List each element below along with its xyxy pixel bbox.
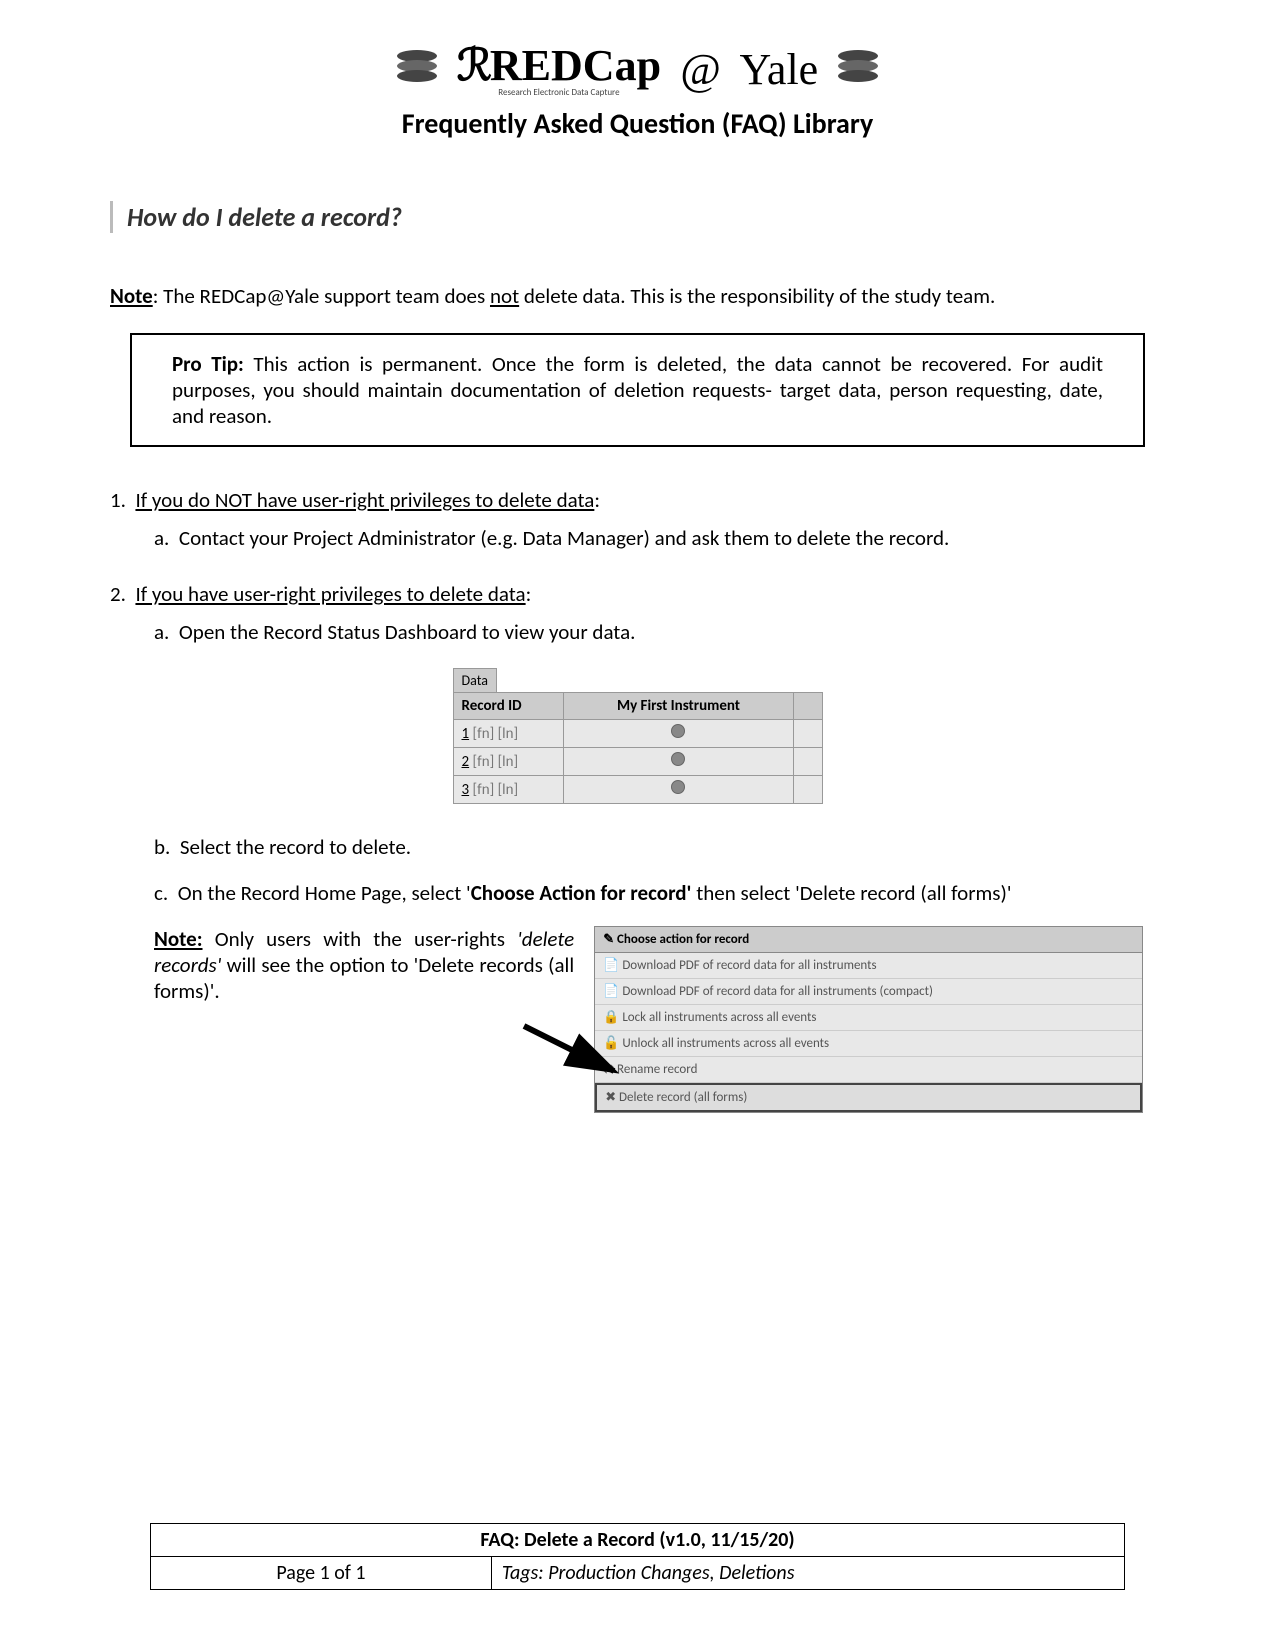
dashboard-screenshot: Data Record ID My First Instrument 1 [fn… [453, 665, 823, 804]
dashboard-table: Record ID My First Instrument 1 [fn] [ln… [453, 692, 823, 804]
status-dot-icon [671, 724, 685, 738]
pro-tip-box: Pro Tip: This action is permanent. Once … [130, 333, 1145, 447]
stack-icon-right [833, 46, 883, 92]
table-row: 3 [fn] [ln] [453, 776, 822, 804]
section-1a: a. Contact your Project Administrator (e… [154, 525, 1165, 551]
yale-text: Yale [740, 44, 819, 95]
dashboard-tab: Data [453, 668, 497, 693]
menu-item-unlock[interactable]: 🔓 Unlock all instruments across all even… [595, 1031, 1142, 1057]
footer-tags: Tags: Production Changes, Deletions [491, 1557, 1124, 1590]
status-dot-icon [671, 752, 685, 766]
menu-item-pdf-all[interactable]: 📄 Download PDF of record data for all in… [595, 953, 1142, 979]
section-2b: b. Select the record to delete. [154, 834, 1165, 860]
menu-item-delete-record[interactable]: ✖ Delete record (all forms) [595, 1083, 1142, 1112]
section-1: 1. If you do NOT have user-right privile… [110, 487, 1165, 551]
col-instrument: My First Instrument [563, 693, 794, 720]
col-record-id: Record ID [453, 693, 563, 720]
logo-row: ℛREDCap Research Electronic Data Capture… [110, 40, 1165, 98]
note-line: Note: The REDCap@Yale support team does … [110, 283, 1165, 309]
status-dot-icon [671, 780, 685, 794]
at-symbol: @ [680, 44, 720, 95]
section-2c: c. On the Record Home Page, select 'Choo… [154, 880, 1165, 906]
table-row: 1 [fn] [ln] [453, 720, 822, 748]
arrow-icon [514, 1016, 634, 1086]
action-menu: ✎ Choose action for record 📄 Download PD… [594, 926, 1143, 1113]
menu-item-lock[interactable]: 🔒 Lock all instruments across all events [595, 1005, 1142, 1031]
action-menu-header[interactable]: ✎ Choose action for record [595, 927, 1142, 953]
section-2: 2. If you have user-right privileges to … [110, 581, 1165, 1113]
menu-item-pdf-compact[interactable]: 📄 Download PDF of record data for all in… [595, 979, 1142, 1005]
faq-question: How do I delete a record? [110, 201, 1165, 233]
footer-title: FAQ: Delete a Record (v1.0, 11/15/20) [151, 1524, 1125, 1557]
stack-icon-left [392, 46, 442, 92]
footer-table: FAQ: Delete a Record (v1.0, 11/15/20) Pa… [150, 1523, 1125, 1590]
section-2a: a. Open the Record Status Dashboard to v… [154, 619, 1165, 645]
menu-item-rename[interactable]: ⇄ Rename record [595, 1057, 1142, 1083]
step-c-note: Note: Only users with the user-rights 'd… [110, 926, 574, 1004]
table-row: 2 [fn] [ln] [453, 748, 822, 776]
page-subtitle: Frequently Asked Question (FAQ) Library [110, 106, 1165, 141]
logo-text-group: ℛREDCap Research Electronic Data Capture [457, 40, 661, 98]
footer-page: Page 1 of 1 [151, 1557, 492, 1590]
page-header: ℛREDCap Research Electronic Data Capture… [110, 40, 1165, 141]
